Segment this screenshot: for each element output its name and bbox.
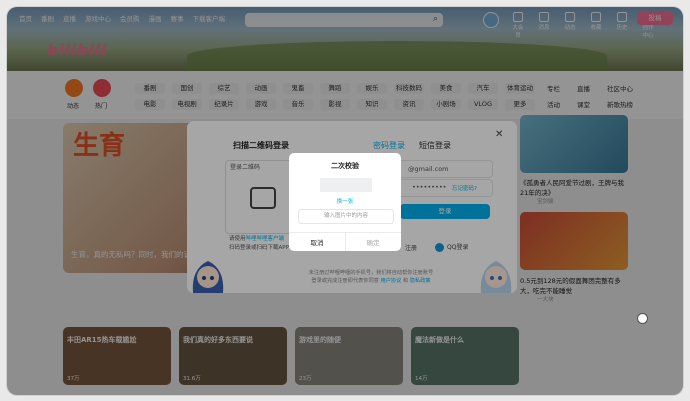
refresh-icon[interactable]: [637, 313, 648, 324]
refresh-captcha-link[interactable]: 换一张: [289, 197, 401, 205]
cancel-button[interactable]: 取消: [289, 237, 345, 247]
confirm-button[interactable]: 确定: [345, 237, 401, 247]
captcha-image: [320, 178, 372, 192]
browser-frame: bilibili 首页 番剧 直播 游戏中心 会员购 漫画 赛事 下载客户端 ⌕…: [7, 7, 683, 395]
dialog-title: 二次校验: [331, 162, 359, 170]
captcha-input[interactable]: 输入图片中的内容: [298, 209, 394, 224]
captcha-dialog: 二次校验 换一张 输入图片中的内容 取消 确定: [289, 153, 401, 251]
